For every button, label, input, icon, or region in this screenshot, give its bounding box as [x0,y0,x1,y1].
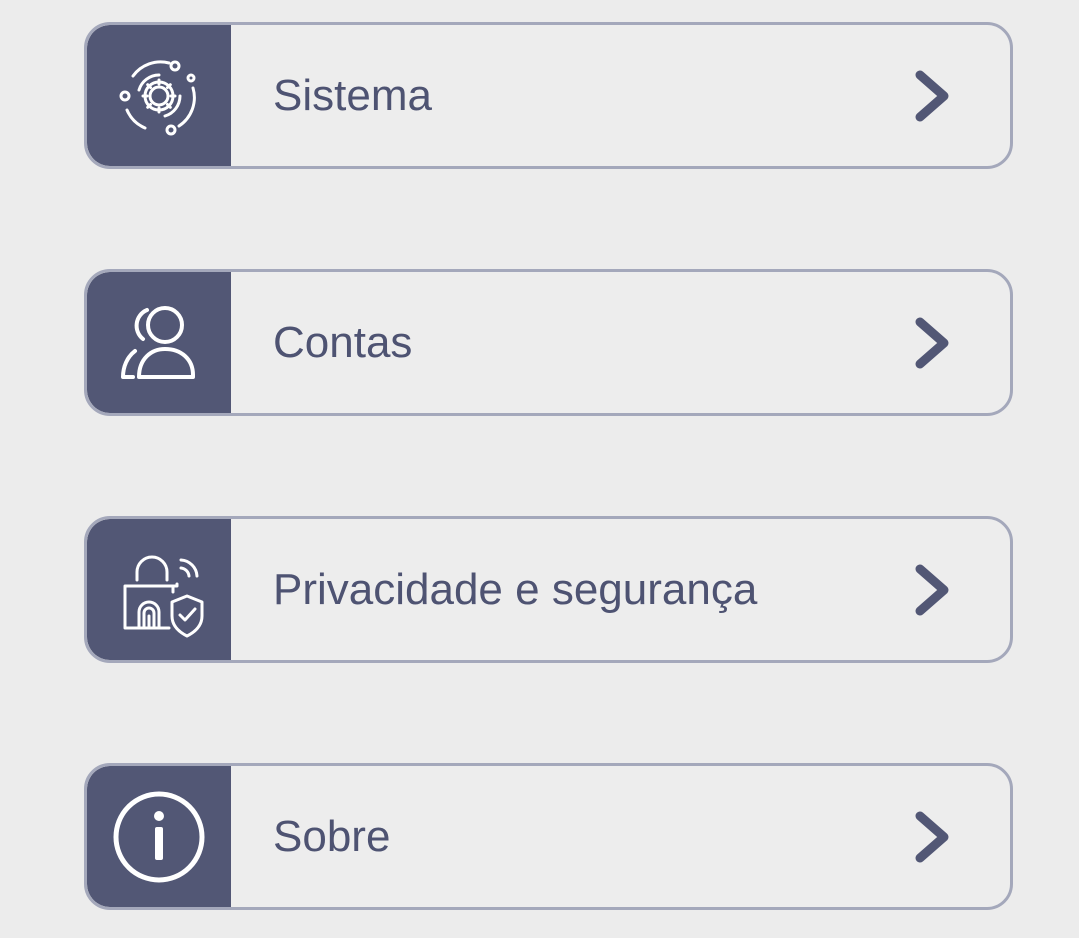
menu-item-sistema[interactable]: Sistema [84,22,1013,169]
icon-tile [87,766,231,907]
chevron-right-icon [915,70,949,122]
menu-item-contas[interactable]: Contas [84,269,1013,416]
chevron-right-icon [915,564,949,616]
system-gear-icon [119,59,196,135]
menu-item-label: Sobre [273,812,391,861]
menu-item-privacidade-e-seguranca[interactable]: Privacidade e segurança [84,516,1013,663]
chevron-right-icon [915,317,949,369]
icon-tile [87,25,231,166]
accounts-users-icon [121,305,195,379]
privacy-lock-shield-icon [123,555,204,637]
icon-tile [87,272,231,413]
menu-item-label: Contas [273,318,413,367]
menu-item-label: Privacidade e segurança [273,565,758,614]
settings-menu: Sistema Contas Privacidade e segurança S… [0,0,1079,938]
chevron-right-icon [915,811,949,863]
icon-tile [87,519,231,660]
info-icon [113,791,205,882]
menu-item-label: Sistema [273,71,432,120]
menu-item-sobre[interactable]: Sobre [84,763,1013,910]
